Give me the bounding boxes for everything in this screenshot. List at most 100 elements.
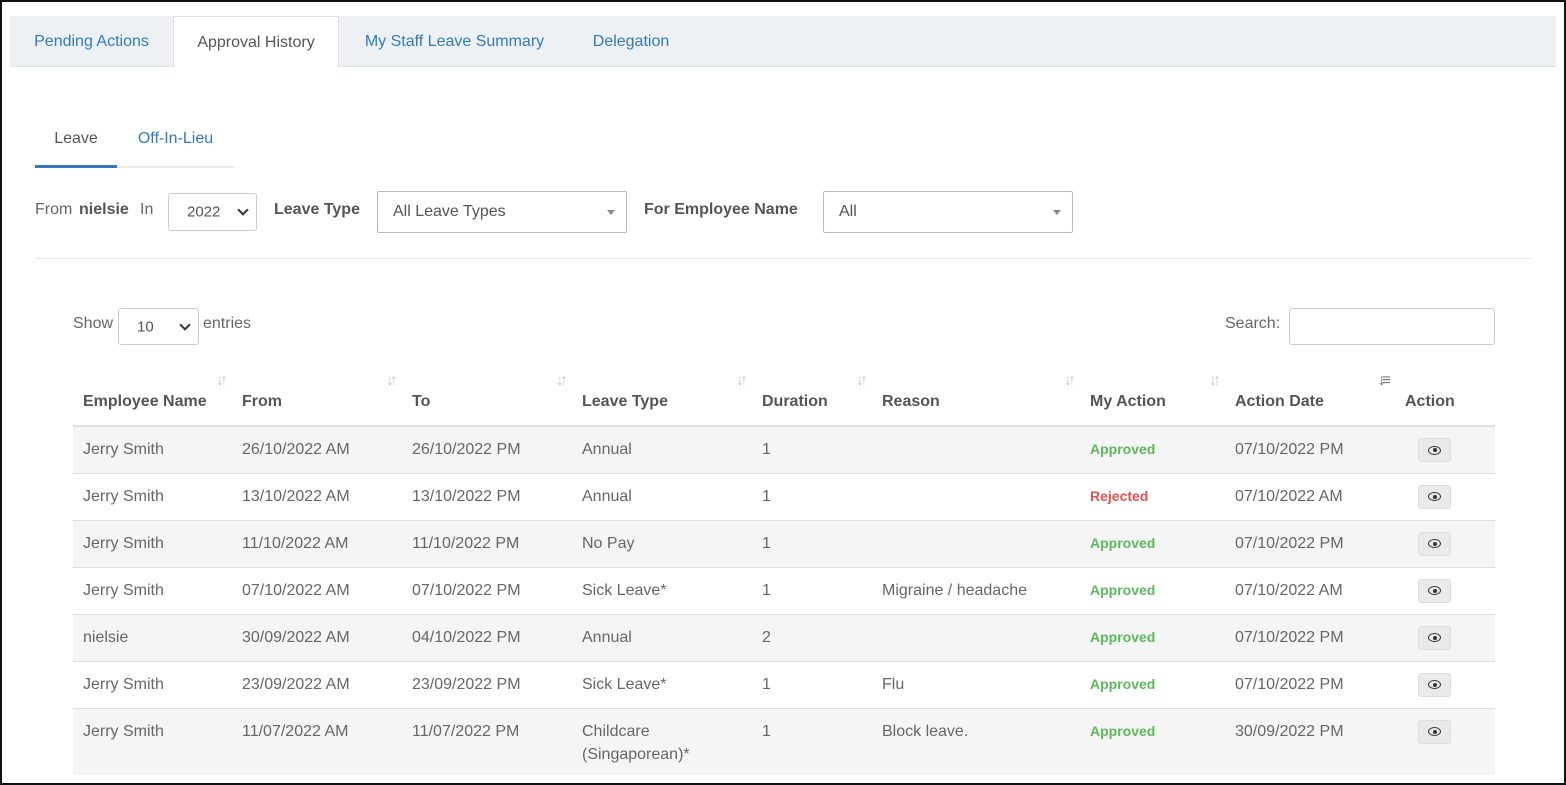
sub-tab-off-in-lieu[interactable]: Off-In-Lieu bbox=[117, 112, 234, 168]
sub-tab-bar: Leave Off-In-Lieu bbox=[35, 112, 234, 168]
tab-approval-history[interactable]: Approval History bbox=[173, 16, 339, 68]
page-size-select[interactable]: 10 bbox=[118, 308, 199, 345]
employee-name-label: For Employee Name bbox=[644, 201, 798, 218]
cell-action bbox=[1395, 472, 1495, 520]
view-button[interactable] bbox=[1418, 484, 1451, 509]
status-badge: Approved bbox=[1090, 628, 1156, 645]
entries-label: entries bbox=[203, 315, 252, 332]
cell-action-date: 07/10/2022 PM bbox=[1225, 613, 1395, 661]
sort-desc-icon: ↓≡ bbox=[1377, 372, 1391, 389]
cell-action bbox=[1395, 566, 1495, 614]
approval-history-table: Employee Name ↓↑ From ↓↑ To ↓↑ Leave Type ↓↑… bbox=[73, 364, 1495, 775]
cell-my-action: Approved bbox=[1080, 425, 1225, 473]
cell-from: 11/07/2022 AM bbox=[232, 707, 402, 775]
tab-delegation[interactable]: Delegation bbox=[568, 16, 694, 67]
cell-reason bbox=[872, 472, 1080, 520]
cell-to: 11/07/2022 PM bbox=[402, 707, 572, 775]
page-size-value: 10 bbox=[137, 318, 154, 335]
view-button[interactable] bbox=[1418, 719, 1451, 744]
col-reason[interactable]: Reason ↓↑ bbox=[872, 364, 1080, 427]
chevron-down-icon bbox=[179, 318, 191, 331]
cell-reason: Block leave. bbox=[872, 707, 1080, 775]
table-row: Jerry Smith 11/07/2022 AM 11/07/2022 PM Chi… bbox=[73, 707, 1495, 775]
view-button[interactable] bbox=[1418, 578, 1451, 603]
cell-reason: Migraine / headache bbox=[872, 566, 1080, 614]
col-label: Reason bbox=[882, 393, 940, 410]
view-button[interactable] bbox=[1418, 438, 1451, 462]
cell-employee: Jerry Smith bbox=[73, 707, 232, 775]
main-tab-bar: Pending Actions Approval History My Staf… bbox=[10, 16, 1556, 68]
status-badge: Rejected bbox=[1090, 487, 1149, 504]
col-leave-type[interactable]: Leave Type ↓↑ bbox=[572, 364, 752, 427]
tab-pending-actions[interactable]: Pending Actions bbox=[10, 16, 173, 67]
cell-action-date: 07/10/2022 PM bbox=[1225, 519, 1395, 567]
cell-action-date: 07/10/2022 AM bbox=[1225, 472, 1395, 520]
year-value: 2022 bbox=[187, 203, 221, 221]
show-label: Show bbox=[73, 315, 114, 332]
col-duration[interactable]: Duration ↓↑ bbox=[752, 364, 872, 427]
table-row: nielsie 30/09/2022 AM 04/10/2022 PM Annual 2… bbox=[73, 613, 1495, 661]
col-to[interactable]: To ↓↑ bbox=[402, 364, 572, 427]
in-label: In bbox=[140, 201, 154, 218]
leave-type-value: All Leave Types bbox=[393, 203, 506, 220]
cell-action-date: 07/10/2022 AM bbox=[1225, 566, 1395, 614]
year-select[interactable]: 2022 bbox=[168, 193, 257, 231]
status-badge: Approved bbox=[1090, 722, 1156, 739]
employee-name-select[interactable]: All bbox=[823, 191, 1073, 233]
cell-employee: nielsie bbox=[73, 613, 232, 661]
view-button[interactable] bbox=[1418, 625, 1451, 650]
sort-icon: ↓↑ bbox=[736, 372, 748, 389]
status-badge: Approved bbox=[1090, 534, 1156, 551]
cell-duration: 1 bbox=[752, 519, 872, 567]
cell-my-action: Rejected bbox=[1080, 472, 1225, 520]
sort-icon: ↓↑ bbox=[856, 372, 868, 389]
col-label: Duration bbox=[762, 393, 828, 410]
cell-from: 26/10/2022 AM bbox=[232, 425, 402, 473]
cell-leave-type: Sick Leave* bbox=[572, 566, 752, 614]
cell-action-date: 07/10/2022 PM bbox=[1225, 660, 1395, 708]
cell-employee: Jerry Smith bbox=[73, 519, 232, 567]
cell-duration: 1 bbox=[752, 660, 872, 708]
leave-type-select[interactable]: All Leave Types bbox=[377, 191, 627, 233]
cell-to: 13/10/2022 PM bbox=[402, 472, 572, 520]
cell-to: 26/10/2022 PM bbox=[402, 425, 572, 473]
cell-action bbox=[1395, 519, 1495, 567]
cell-reason bbox=[872, 613, 1080, 661]
view-button[interactable] bbox=[1418, 531, 1451, 556]
search-input[interactable] bbox=[1289, 308, 1495, 345]
cell-action-date: 07/10/2022 PM bbox=[1225, 425, 1395, 473]
view-button[interactable] bbox=[1418, 672, 1451, 697]
app-frame: Pending Actions Approval History My Staf… bbox=[0, 0, 1566, 785]
sort-icon: ↓↑ bbox=[1064, 372, 1076, 389]
from-user: nielsie bbox=[79, 201, 129, 218]
cell-employee: Jerry Smith bbox=[73, 660, 232, 708]
col-employee-name[interactable]: Employee Name ↓↑ bbox=[73, 364, 232, 427]
table-body: Jerry Smith 26/10/2022 AM 26/10/2022 PM Ann… bbox=[73, 425, 1495, 775]
tab-my-staff-leave-summary[interactable]: My Staff Leave Summary bbox=[341, 16, 568, 67]
cell-reason bbox=[872, 425, 1080, 473]
cell-from: 11/10/2022 AM bbox=[232, 519, 402, 567]
cell-action bbox=[1395, 660, 1495, 708]
col-label: Action bbox=[1405, 393, 1455, 410]
col-label: Leave Type bbox=[582, 393, 668, 410]
status-badge: Approved bbox=[1090, 441, 1156, 457]
cell-action bbox=[1395, 613, 1495, 661]
eye-icon bbox=[1428, 445, 1441, 455]
sub-tab-leave[interactable]: Leave bbox=[35, 112, 117, 168]
col-my-action[interactable]: My Action ↓↑ bbox=[1080, 364, 1225, 427]
status-badge: Approved bbox=[1090, 675, 1156, 692]
cell-to: 23/09/2022 PM bbox=[402, 660, 572, 708]
sort-icon: ↓↑ bbox=[1209, 372, 1221, 389]
search-label: Search: bbox=[1225, 315, 1281, 332]
table-row: Jerry Smith 23/09/2022 AM 23/09/2022 PM Sic… bbox=[73, 660, 1495, 708]
cell-from: 13/10/2022 AM bbox=[232, 472, 402, 520]
cell-leave-type: Sick Leave* bbox=[572, 660, 752, 708]
cell-my-action: Approved bbox=[1080, 660, 1225, 708]
col-label: To bbox=[412, 393, 431, 410]
col-label: My Action bbox=[1090, 393, 1166, 410]
cell-duration: 1 bbox=[752, 707, 872, 775]
eye-icon bbox=[1428, 586, 1441, 595]
col-from[interactable]: From ↓↑ bbox=[232, 364, 402, 427]
col-action-date[interactable]: Action Date ↓≡ bbox=[1225, 364, 1395, 427]
sort-icon: ↓↑ bbox=[386, 372, 398, 389]
